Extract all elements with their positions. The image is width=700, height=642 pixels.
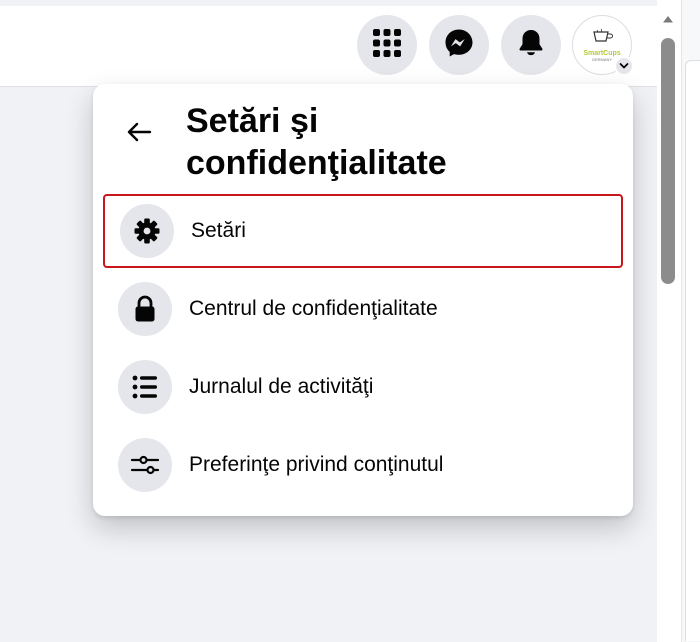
avatar-subtext: GERMANY (591, 56, 613, 62)
menu-item-label: Jurnalul de activităţi (189, 375, 374, 398)
caret-up-icon (662, 11, 674, 29)
account-menu-chevron[interactable] (614, 56, 634, 76)
gear-icon (120, 204, 174, 258)
lock-icon (118, 282, 172, 336)
menu-item-label: Preferinţe privind conţinutul (189, 453, 444, 476)
settings-privacy-menu: Setări şi confidenţialitate Setări Centr… (93, 84, 633, 516)
menu-title-line-1: Setări şi (186, 102, 319, 140)
scroll-up-button[interactable] (660, 12, 676, 28)
menu-item-privacy-center[interactable]: Centrul de confidenţialitate (103, 272, 623, 346)
menu-apps-button[interactable] (357, 15, 417, 75)
grid-icon (372, 28, 402, 63)
chevron-down-icon (619, 57, 629, 75)
menu-item-label: Centrul de confidenţialitate (189, 297, 438, 320)
menu-item-activity-log[interactable]: Jurnalul de activităţi (103, 350, 623, 424)
avatar-brand-text: SmartCups (583, 49, 621, 57)
list-icon (118, 360, 172, 414)
adjacent-window-panel (685, 60, 700, 641)
browser-edge (0, 0, 657, 6)
menu-item-label: Setări (191, 219, 246, 242)
menu-title-line-2: confidenţialitate (186, 144, 447, 182)
notifications-button[interactable] (501, 15, 561, 75)
bell-icon (516, 28, 546, 63)
menu-title: Setări şi confidenţialitate (186, 100, 586, 184)
messenger-button[interactable] (429, 15, 489, 75)
back-button[interactable] (119, 114, 159, 154)
menu-item-settings[interactable]: Setări (103, 194, 623, 268)
sliders-icon (118, 438, 172, 492)
cup-logo-icon (591, 28, 613, 48)
scrollbar-thumb[interactable] (661, 38, 675, 284)
menu-item-content-preferences[interactable]: Preferinţe privind conţinutul (103, 428, 623, 502)
arrow-left-icon (126, 121, 152, 148)
messenger-icon (444, 28, 474, 63)
